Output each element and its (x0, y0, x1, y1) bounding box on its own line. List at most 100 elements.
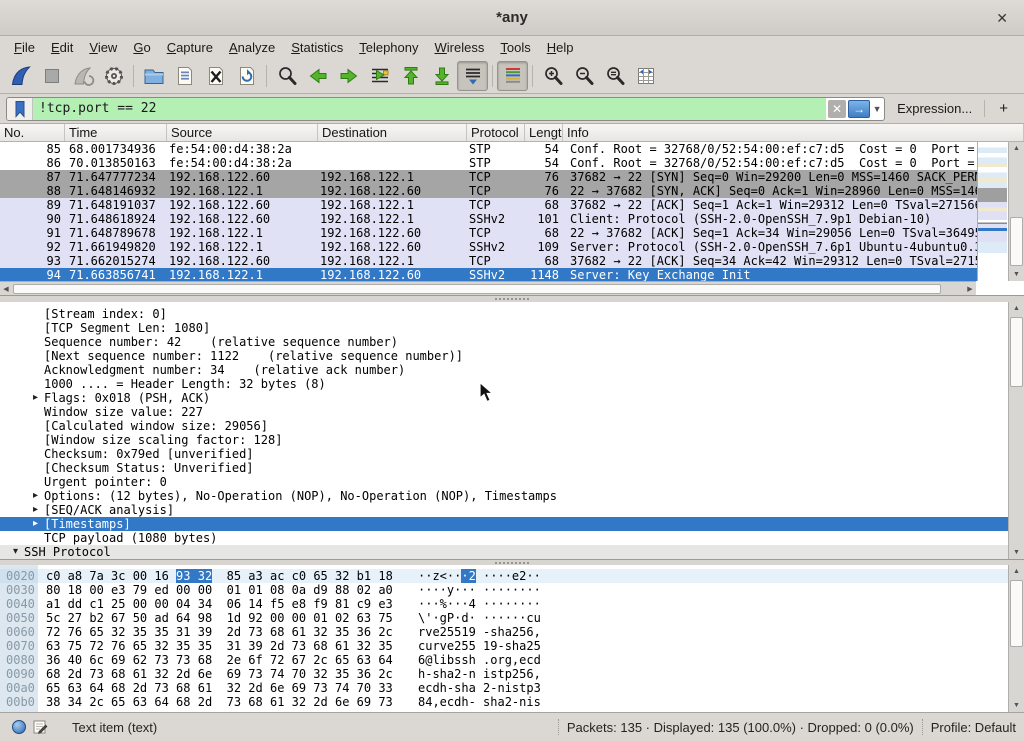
packet-row-93[interactable]: 9371.662015274192.168.122.60192.168.122.… (0, 254, 977, 268)
filter-bookmark-button[interactable] (7, 98, 33, 120)
detail-vertical-scrollbar[interactable]: ▲ ▼ (1008, 302, 1024, 559)
start-capture-button[interactable] (5, 61, 36, 91)
scroll-down-icon[interactable]: ▼ (1009, 268, 1024, 281)
open-file-button[interactable] (138, 61, 169, 91)
scroll-down-icon[interactable]: ▼ (1009, 699, 1024, 712)
go-back-button[interactable] (302, 61, 333, 91)
packet-row-92[interactable]: 9271.661949820192.168.122.1192.168.122.6… (0, 240, 977, 254)
detail-line-timestamps-selected[interactable]: ▸[Timestamps] (0, 517, 1008, 531)
profile-text[interactable]: Profile: Default (931, 720, 1016, 735)
menu-tools[interactable]: Tools (492, 38, 538, 57)
hex-row-00a0[interactable]: 00a065 63 64 68 2d 73 68 61 32 2d 6e 69 … (0, 681, 1008, 695)
menu-analyze[interactable]: Analyze (221, 38, 283, 57)
column-header-time[interactable]: Time (65, 124, 167, 141)
detail-line[interactable]: [Calculated window size: 29056] (0, 419, 1008, 433)
find-packet-button[interactable] (271, 61, 302, 91)
column-header-info[interactable]: Info (563, 124, 1024, 141)
column-header-source[interactable]: Source (167, 124, 318, 141)
hex-row-0080[interactable]: 008036 40 6c 69 62 73 73 68 2e 6f 72 67 … (0, 653, 1008, 667)
hex-row-0070[interactable]: 007063 75 72 76 65 32 35 35 31 39 2d 73 … (0, 639, 1008, 653)
detail-line[interactable]: [Checksum Status: Unverified] (0, 461, 1008, 475)
hex-row-0090[interactable]: 009068 2d 73 68 61 32 2d 6e 69 73 74 70 … (0, 667, 1008, 681)
scroll-up-icon[interactable]: ▲ (1009, 142, 1024, 155)
zoom-out-button[interactable] (568, 61, 599, 91)
filter-clear-button[interactable]: ✕ (828, 100, 846, 118)
detail-line[interactable]: Window size value: 227 (0, 405, 1008, 419)
packet-row-94-selected[interactable]: 9471.663856741192.168.122.1192.168.122.6… (0, 268, 977, 281)
hex-row-0060[interactable]: 006072 76 65 32 35 35 31 39 2d 73 68 61 … (0, 625, 1008, 639)
scroll-left-icon[interactable]: ◀ (0, 285, 12, 293)
menu-help[interactable]: Help (539, 38, 582, 57)
scroll-thumb[interactable] (1010, 580, 1023, 647)
stop-capture-button[interactable] (36, 61, 67, 91)
save-file-button[interactable] (169, 61, 200, 91)
packet-row-90[interactable]: 9071.648618924192.168.122.60192.168.122.… (0, 212, 977, 226)
detail-line[interactable]: Urgent pointer: 0 (0, 475, 1008, 489)
column-header-no[interactable]: No. (0, 124, 65, 141)
filter-history-dropdown[interactable]: ▼ (870, 104, 884, 114)
menu-telephony[interactable]: Telephony (351, 38, 426, 57)
menu-statistics[interactable]: Statistics (283, 38, 351, 57)
detail-line[interactable]: 1000 .... = Header Length: 32 bytes (8) (0, 377, 1008, 391)
hex-row-00b0[interactable]: 00b038 34 2c 65 63 64 68 2d 73 68 61 32 … (0, 695, 1008, 709)
detail-line-options[interactable]: ▸Options: (12 bytes), No-Operation (NOP)… (0, 489, 1008, 503)
scroll-thumb[interactable] (13, 284, 941, 294)
resize-columns-button[interactable] (630, 61, 661, 91)
close-window-button[interactable]: ✕ (992, 8, 1012, 29)
column-header-length[interactable]: Length (525, 124, 563, 141)
menu-view[interactable]: View (81, 38, 125, 57)
zoom-100-button[interactable] (599, 61, 630, 91)
packet-list-minimap-scrollbar[interactable] (977, 142, 1007, 281)
column-header-protocol[interactable]: Protocol (467, 124, 525, 141)
packet-row-91[interactable]: 9171.648789678192.168.122.1192.168.122.6… (0, 226, 977, 240)
packet-row-86[interactable]: 8670.013850163fe:54:00:d4:38:2aSTP54Conf… (0, 156, 977, 170)
hex-row-0020[interactable]: 0020c0 a8 7a 3c 00 16 93 32 85 a3 ac c0 … (0, 569, 1008, 583)
capture-comment-icon[interactable] (32, 719, 48, 735)
detail-line[interactable]: Sequence number: 42 (relative sequence n… (0, 335, 1008, 349)
detail-line[interactable]: [Next sequence number: 1122 (relative se… (0, 349, 1008, 363)
go-last-button[interactable] (426, 61, 457, 91)
go-first-button[interactable] (395, 61, 426, 91)
detail-line[interactable]: [TCP Segment Len: 1080] (0, 321, 1008, 335)
detail-line[interactable]: [Window size scaling factor: 128] (0, 433, 1008, 447)
hex-row-0050[interactable]: 00505c 27 b2 67 50 ad 64 98 1d 92 00 00 … (0, 611, 1008, 625)
detail-line[interactable]: Acknowledgment number: 34 (relative ack … (0, 363, 1008, 377)
scroll-right-icon[interactable]: ▶ (964, 285, 976, 293)
packet-row-85[interactable]: 8568.001734936fe:54:00:d4:38:2aSTP54Conf… (0, 142, 977, 156)
detail-line-seq-ack[interactable]: ▸[SEQ/ACK analysis] (0, 503, 1008, 517)
packet-row-88[interactable]: 8871.648146932192.168.122.1192.168.122.6… (0, 184, 977, 198)
packet-list-vertical-scrollbar[interactable]: ▲ ▼ (1008, 142, 1024, 281)
packet-row-89[interactable]: 8971.648191037192.168.122.60192.168.122.… (0, 198, 977, 212)
capture-options-button[interactable] (98, 61, 129, 91)
hex-row-0030[interactable]: 003080 18 00 e3 79 ed 00 00 01 01 08 0a … (0, 583, 1008, 597)
scroll-up-icon[interactable]: ▲ (1009, 565, 1024, 578)
menu-edit[interactable]: Edit (43, 38, 81, 57)
go-to-packet-button[interactable] (364, 61, 395, 91)
hex-row-0040[interactable]: 0040a1 dd c1 25 00 00 04 34 06 14 f5 e8 … (0, 597, 1008, 611)
column-header-destination[interactable]: Destination (318, 124, 467, 141)
title-bar[interactable]: *any ✕ (0, 0, 1024, 36)
packet-list-horizontal-scrollbar[interactable]: ◀ ▶ (0, 281, 976, 295)
close-file-button[interactable] (200, 61, 231, 91)
scroll-thumb[interactable] (1010, 317, 1023, 386)
restart-capture-button[interactable] (67, 61, 98, 91)
detail-line[interactable]: TCP payload (1080 bytes) (0, 531, 1008, 545)
scroll-up-icon[interactable]: ▲ (1009, 302, 1024, 315)
menu-file[interactable]: File (6, 38, 43, 57)
detail-line-ssh-version[interactable]: ▸SSH Version 2 (encryption:chacha20-poly… (0, 559, 1008, 560)
expression-button[interactable]: Expression... (897, 101, 972, 116)
menu-wireless[interactable]: Wireless (427, 38, 493, 57)
zoom-in-button[interactable] (537, 61, 568, 91)
go-forward-button[interactable] (333, 61, 364, 91)
detail-line-flags[interactable]: ▸Flags: 0x018 (PSH, ACK) (0, 391, 1008, 405)
bytes-vertical-scrollbar[interactable]: ▲ ▼ (1008, 565, 1024, 712)
add-filter-button[interactable]: + (984, 100, 1018, 117)
detail-line-ssh-protocol[interactable]: ▾SSH Protocol (0, 545, 1008, 559)
filter-apply-button[interactable]: → (848, 100, 870, 118)
auto-scroll-toggle[interactable] (457, 61, 488, 91)
detail-line[interactable]: [Stream index: 0] (0, 307, 1008, 321)
scroll-thumb[interactable] (1010, 217, 1023, 266)
menu-capture[interactable]: Capture (159, 38, 221, 57)
colorize-toggle[interactable] (497, 61, 528, 91)
reload-file-button[interactable] (231, 61, 262, 91)
